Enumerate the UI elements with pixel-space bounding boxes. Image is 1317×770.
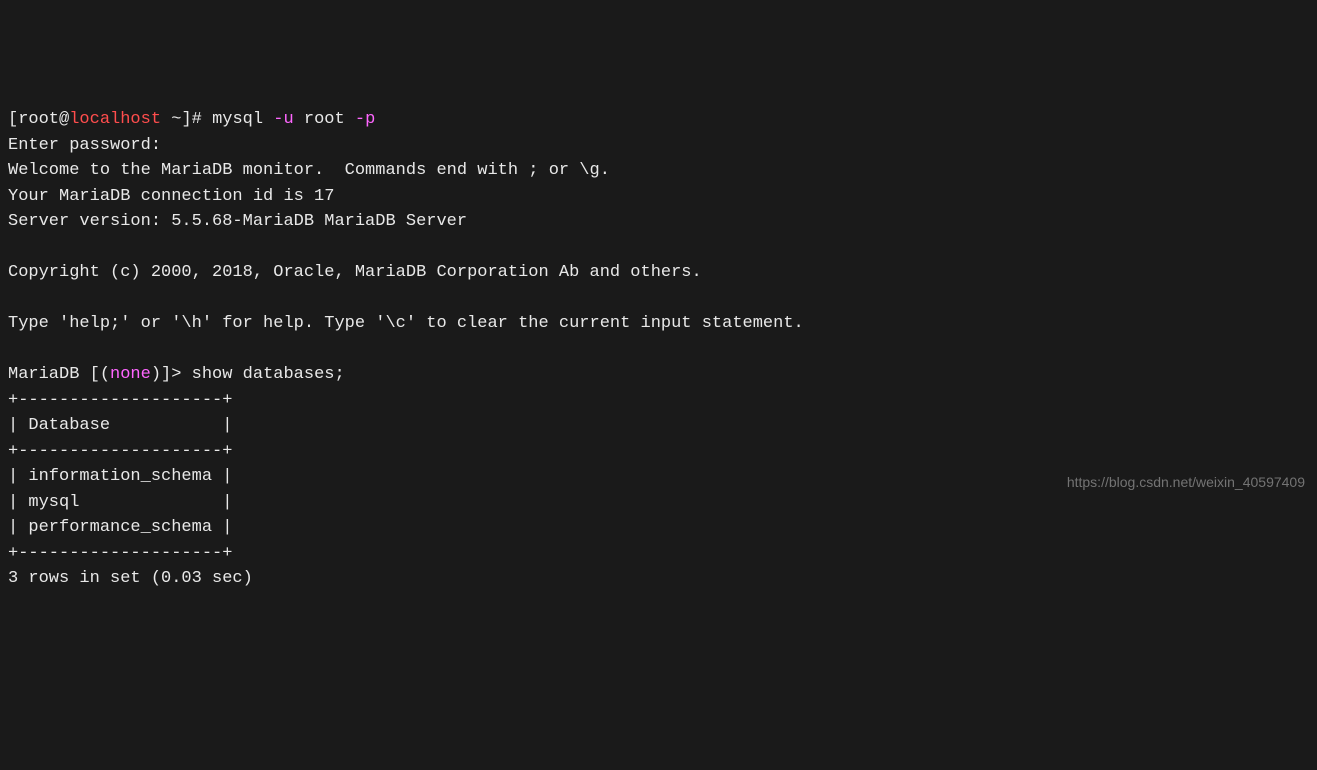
bracket-open: [ — [8, 110, 18, 129]
cmd-text: mysql — [212, 110, 273, 129]
prompt-line-2: MariaDB [(none)]> show databases; — [8, 365, 345, 384]
table-row: | information_schema | — [8, 467, 232, 486]
cmd-flag: -p — [355, 110, 375, 129]
table-header: | Database | — [8, 416, 232, 435]
server-version-line: Server version: 5.5.68-MariaDB MariaDB S… — [8, 212, 467, 231]
bracket-close: ] — [181, 110, 191, 129]
path: ~ — [161, 110, 181, 129]
table-row: | mysql | — [8, 493, 232, 512]
table-row: | performance_schema | — [8, 518, 232, 537]
prompt-line-1: [root@localhost ~]# mysql -u root -p — [8, 110, 375, 129]
welcome-line: Welcome to the MariaDB monitor. Commands… — [8, 161, 610, 180]
mariadb-prompt-suffix: )]> — [151, 365, 192, 384]
conn-id-line: Your MariaDB connection id is 17 — [8, 187, 334, 206]
watermark-text: https://blog.csdn.net/weixin_40597409 — [1067, 472, 1305, 493]
at-sign: @ — [59, 110, 69, 129]
mariadb-prompt-prefix: MariaDB [( — [8, 365, 110, 384]
hostname: localhost — [69, 110, 161, 129]
terminal-output[interactable]: [root@localhost ~]# mysql -u root -p Ent… — [8, 107, 1309, 592]
mariadb-db-none: none — [110, 365, 151, 384]
enter-password-line: Enter password: — [8, 136, 161, 155]
copyright-line: Copyright (c) 2000, 2018, Oracle, MariaD… — [8, 263, 702, 282]
result-line: 3 rows in set (0.03 sec) — [8, 569, 253, 588]
table-border: +--------------------+ — [8, 391, 232, 410]
table-border: +--------------------+ — [8, 442, 232, 461]
help-line: Type 'help;' or '\h' for help. Type '\c'… — [8, 314, 804, 333]
user: root — [18, 110, 59, 129]
prompt-symbol: # — [192, 110, 212, 129]
cmd-text: root — [294, 110, 355, 129]
sql-command: show databases; — [192, 365, 345, 384]
cmd-flag: -u — [273, 110, 293, 129]
table-border: +--------------------+ — [8, 544, 232, 563]
